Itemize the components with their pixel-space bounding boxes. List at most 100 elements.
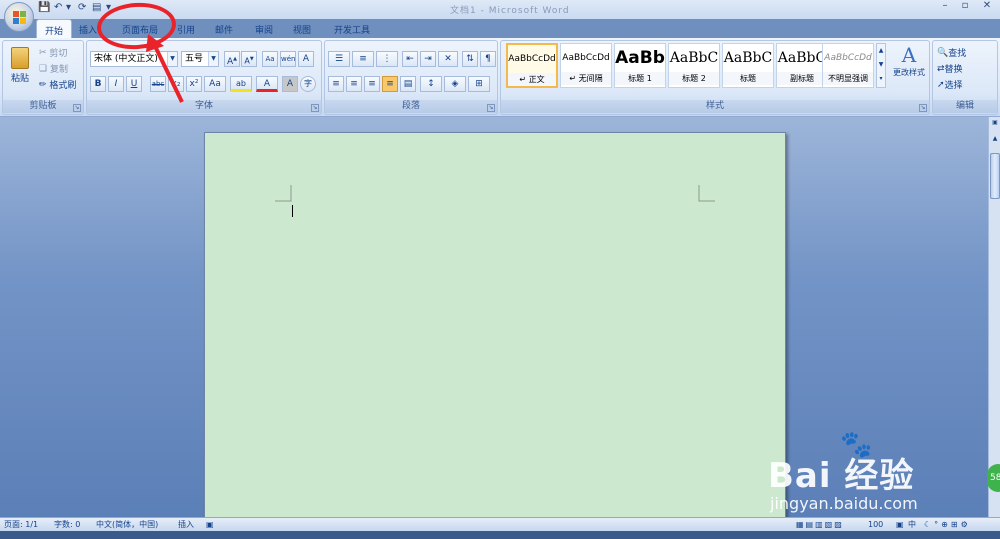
italic-button[interactable]: I	[108, 76, 124, 92]
clipboard-dialog-launcher[interactable]: ↘	[73, 104, 81, 112]
tab-developer[interactable]: 开发工具	[330, 19, 374, 39]
numbering-icon[interactable]: ≡	[352, 51, 374, 67]
find-label: 查找	[948, 49, 967, 59]
style-subtle-emphasis[interactable]: AaBbCcDd 不明显强调	[822, 43, 874, 88]
increase-indent-icon[interactable]: ⇥	[420, 51, 436, 67]
undo-dropdown-icon[interactable]: ▾	[66, 2, 71, 16]
word-count[interactable]: 字数: 0	[54, 519, 80, 531]
minimize-icon[interactable]: –	[936, 0, 954, 14]
sort-icon[interactable]: ⇅	[462, 51, 478, 67]
style-heading-2[interactable]: AaBbC 标题 2	[668, 43, 720, 88]
styles-scroll[interactable]: ▲ ▼ ▾	[876, 43, 886, 88]
align-left-icon[interactable]: ≡	[328, 76, 344, 92]
shading-icon[interactable]: ◈	[444, 76, 466, 92]
highlight-button[interactable]: ab	[230, 76, 252, 92]
chinese-layout-icon[interactable]: ✕	[438, 51, 458, 67]
change-styles-button[interactable]: A 更改样式	[891, 43, 927, 97]
grow-font-button[interactable]: A▲	[224, 51, 240, 67]
zoom-level[interactable]: 100	[868, 519, 883, 531]
cut-button[interactable]: ✂ 剪切	[39, 45, 67, 60]
enclose-char-button[interactable]: 字	[300, 76, 316, 92]
baidu-watermark: Bai 经验 🐾 jingyan.baidu.com	[768, 430, 978, 516]
format-painter-label: 格式刷	[49, 81, 77, 91]
format-painter-button[interactable]: ✏ 格式刷	[39, 77, 76, 92]
style-no-spacing[interactable]: AaBbCcDd ↵ 无间隔	[560, 43, 612, 88]
paragraph-group-label: 段落	[325, 100, 497, 113]
decrease-indent-icon[interactable]: ⇤	[402, 51, 418, 67]
char-shading-button[interactable]: A	[282, 76, 298, 92]
align-right-icon[interactable]: ≡	[364, 76, 380, 92]
margin-mark-top-left	[275, 185, 292, 202]
macro-record-icon[interactable]: ▣	[206, 519, 214, 531]
replace-button[interactable]: ⇄ 替换	[937, 61, 963, 76]
text-cursor	[292, 205, 293, 217]
ruler-toggle-icon[interactable]: ▣	[990, 119, 1000, 129]
tab-mailings[interactable]: 邮件	[212, 19, 236, 39]
shrink-font-button[interactable]: A▼	[241, 51, 257, 67]
insert-mode[interactable]: 插入	[178, 519, 194, 531]
styles-group: AaBbCcDd ↵ 正文 AaBbCcDd ↵ 无间隔 AaBb 标题 1 A…	[500, 40, 930, 115]
language-indicator[interactable]: 中文(简体，中国)	[96, 519, 158, 531]
ime-mode-icon[interactable]: ▣	[896, 519, 904, 531]
borders-icon[interactable]: ⊞	[468, 76, 490, 92]
font-dialog-launcher[interactable]: ↘	[311, 104, 319, 112]
change-styles-label: 更改样式	[893, 68, 925, 77]
find-button[interactable]: 🔍 查找	[937, 45, 966, 60]
replace-icon: ⇄	[937, 63, 945, 74]
replace-label: 替换	[944, 65, 963, 75]
window-title: 文档1 - Microsoft Word	[450, 6, 570, 16]
change-case-button[interactable]: Aa	[204, 76, 226, 92]
view-buttons[interactable]: ▦▤▥▧▨	[796, 519, 844, 531]
save-icon[interactable]: 💾	[38, 2, 50, 16]
paste-button[interactable]: 粘贴	[7, 43, 33, 97]
scroll-thumb[interactable]	[990, 153, 1000, 199]
close-icon[interactable]: ✕	[976, 0, 998, 14]
chevron-down-icon[interactable]: ▼	[208, 52, 218, 66]
document-page[interactable]	[204, 132, 786, 522]
print-preview-icon[interactable]: ▤	[92, 2, 101, 16]
paragraph-dialog-launcher[interactable]: ↘	[487, 104, 495, 112]
show-marks-icon[interactable]: ¶	[480, 51, 496, 67]
paste-icon	[11, 47, 29, 69]
undo-icon[interactable]: ↶	[54, 2, 62, 16]
restore-icon[interactable]: ▫	[956, 0, 974, 14]
redo-icon[interactable]: ⟳	[78, 2, 86, 16]
select-button[interactable]: ➚ 选择	[937, 77, 963, 92]
tab-review[interactable]: 审阅	[252, 19, 276, 39]
bold-button[interactable]: B	[90, 76, 106, 92]
clipboard-group-label: 剪贴板	[3, 100, 83, 113]
justify-icon[interactable]: ≡	[382, 76, 398, 92]
styles-dialog-launcher[interactable]: ↘	[919, 104, 927, 112]
page-count[interactable]: 页面: 1/1	[4, 519, 38, 531]
watermark-url: jingyan.baidu.com	[770, 494, 918, 513]
ime-toolbar[interactable]: ☾°⊕⊞⚙	[924, 519, 971, 531]
align-center-icon[interactable]: ≡	[346, 76, 362, 92]
tab-view[interactable]: 视图	[290, 19, 314, 39]
clear-formatting-button[interactable]: Aa	[262, 51, 278, 67]
copy-button[interactable]: ❏ 复制	[39, 61, 68, 76]
char-border-button[interactable]: A	[298, 51, 314, 67]
multilevel-list-icon[interactable]: ⋮	[376, 51, 398, 67]
vertical-scrollbar[interactable]: ▣ ▲	[988, 117, 1000, 517]
office-button[interactable]	[4, 2, 34, 32]
tab-home[interactable]: 开始	[36, 19, 72, 39]
cursor-arrow-icon: ➚	[937, 79, 945, 90]
font-group: 宋体 (中文正文) ▼ 五号 ▼ A▲ A▼ Aa wén A B I U ab…	[86, 40, 322, 115]
style-heading-1[interactable]: AaBb 标题 1	[614, 43, 666, 88]
ime-chinese[interactable]: 中	[908, 519, 916, 531]
style-normal[interactable]: AaBbCcDd ↵ 正文	[506, 43, 558, 88]
cut-label: 剪切	[49, 49, 68, 59]
editing-group: 🔍 查找 ⇄ 替换 ➚ 选择 编辑	[932, 40, 998, 115]
counter-badge[interactable]: 58	[987, 464, 1000, 492]
binoculars-icon: 🔍	[937, 47, 949, 58]
distribute-icon[interactable]: ▤	[400, 76, 416, 92]
style-subtitle[interactable]: AaBbC 副标题	[776, 43, 828, 88]
bullets-icon[interactable]: ☰	[328, 51, 350, 67]
font-color-button[interactable]: A	[256, 76, 278, 92]
style-title[interactable]: AaBbC 标题	[722, 43, 774, 88]
phonetic-guide-button[interactable]: wén	[280, 51, 296, 67]
change-styles-icon: A	[901, 43, 917, 67]
line-spacing-icon[interactable]: ↕	[420, 76, 442, 92]
scroll-up-icon[interactable]: ▲	[990, 135, 1000, 145]
brush-icon: ✏	[39, 79, 50, 90]
